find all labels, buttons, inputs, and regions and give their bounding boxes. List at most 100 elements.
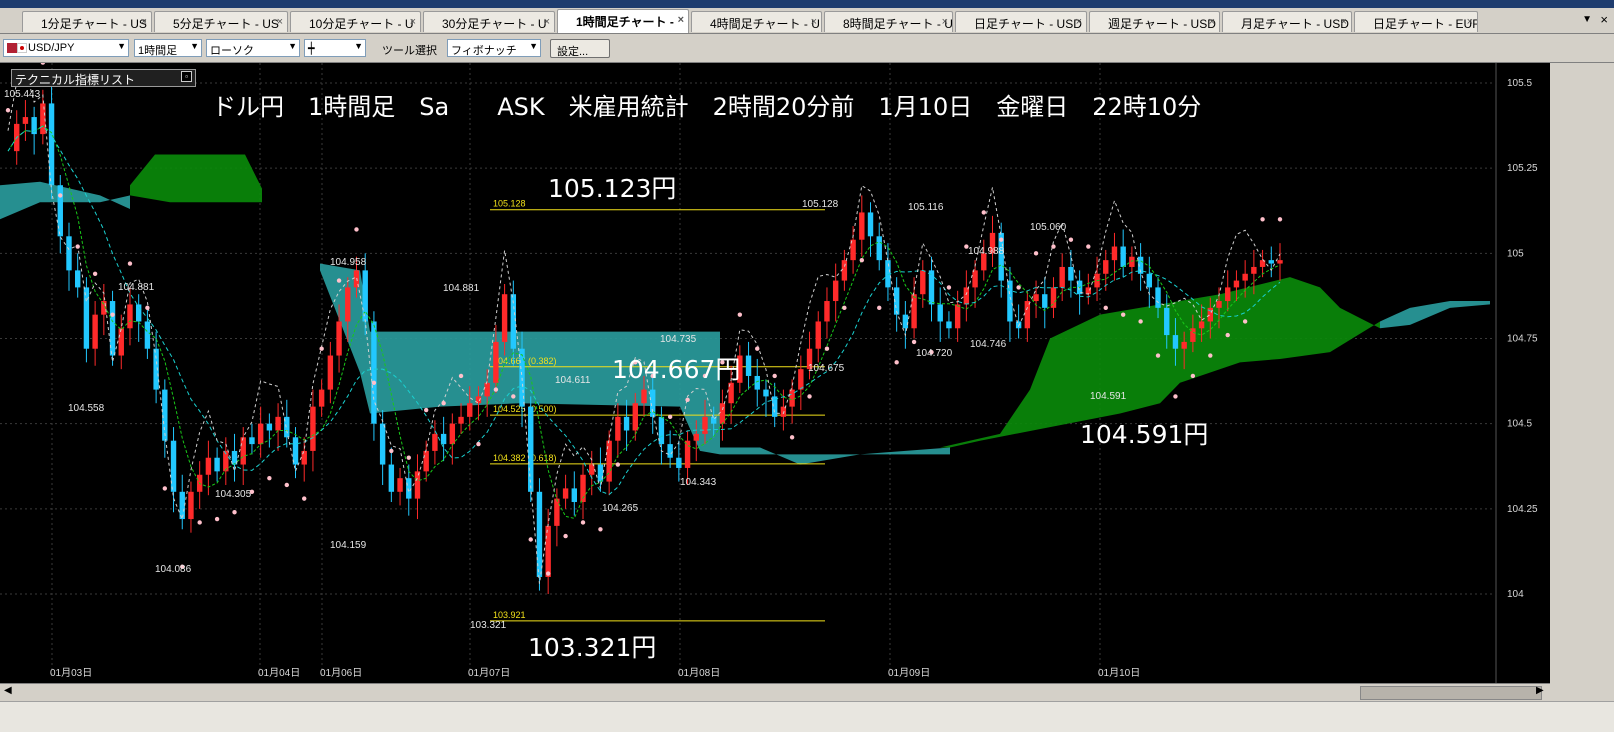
tab-list-dropdown-icon[interactable]: ▼: [1582, 14, 1592, 25]
price-tick-label: 105.25: [1507, 163, 1538, 174]
close-window-icon[interactable]: ×: [1600, 12, 1608, 27]
parabolic-sar-dot: [58, 193, 63, 198]
candle-body: [275, 416, 281, 431]
tool-select[interactable]: フィボナッチ ▼: [447, 39, 541, 57]
candle-body: [693, 433, 699, 441]
candle-body: [1103, 260, 1109, 274]
tab-close-icon[interactable]: ×: [141, 16, 147, 28]
candle-body: [763, 389, 769, 397]
parabolic-sar-dot: [197, 520, 202, 525]
parabolic-sar-dot: [545, 571, 551, 576]
parabolic-sar-dot: [1260, 217, 1265, 222]
parabolic-sar-dot: [1086, 244, 1091, 249]
parabolic-sar-dot: [667, 414, 673, 420]
candle-body: [406, 478, 412, 499]
price-annotation: 104.746: [970, 339, 1007, 350]
tab-1[interactable]: 1分足チャート - US ×: [22, 11, 152, 32]
candle-body: [719, 403, 726, 424]
price-annotation: 104.305: [215, 489, 252, 500]
tab-label: 5分足チャート - US: [173, 17, 279, 31]
price-chart[interactable]: 01月03日 01月04日 01月06日 01月07日 01月08日 01月09日 01月1…: [0, 60, 1550, 683]
candle-body: [57, 185, 63, 237]
tab-11[interactable]: 日足チャート - EUR ×: [1354, 11, 1478, 32]
parabolic-sar-dot: [476, 441, 481, 447]
tab-10[interactable]: 月足チャート - USD ×: [1222, 11, 1352, 32]
tab-2[interactable]: 5分足チャート - US ×: [154, 11, 288, 32]
indicator-list-panel[interactable]: テクニカル指標リスト ▫: [11, 69, 196, 87]
price-annotation: 104.675: [808, 363, 845, 374]
tab-close-icon[interactable]: ×: [544, 16, 550, 28]
indicator-list-label: テクニカル指標リスト: [15, 73, 136, 87]
chevron-down-icon: ▼: [190, 41, 199, 51]
parabolic-sar-dot: [894, 360, 899, 365]
timeframe-value: 1時間足: [138, 45, 178, 57]
chart-tab-bar: 1分足チャート - US × 5分足チャート - US × 10分足チャート - U × 3…: [0, 8, 1614, 34]
status-bar: [0, 701, 1614, 732]
line-style-select[interactable]: ┿ ▼: [304, 39, 366, 57]
candle-body: [623, 416, 630, 431]
parabolic-sar-dot: [1277, 217, 1283, 222]
line-style-value: ┿: [308, 43, 315, 55]
parabolic-sar-dot: [267, 475, 272, 481]
tab-close-icon[interactable]: ×: [277, 16, 283, 28]
candle-body: [798, 369, 804, 390]
candle-body: [545, 525, 551, 577]
parabolic-sar-dot: [92, 271, 98, 276]
tab-6[interactable]: 4時間足チャート - U ×: [691, 11, 822, 32]
scrollbar-thumb[interactable]: [1360, 686, 1542, 700]
candle-body: [327, 355, 334, 390]
parabolic-sar-dot: [911, 339, 917, 345]
candle-body: [379, 423, 386, 465]
tab-close-icon[interactable]: ×: [410, 16, 416, 28]
parabolic-sar-dot: [598, 527, 603, 532]
tab-5[interactable]: 1時間足チャート - ×: [557, 9, 689, 33]
candle-body: [1198, 321, 1205, 329]
tab-8[interactable]: 日足チャート - USD ×: [955, 11, 1087, 32]
date-tick-label: 01月09日: [888, 667, 930, 679]
us-flag-icon: [7, 43, 17, 53]
tab-close-icon[interactable]: ×: [1467, 16, 1473, 28]
tab-close-icon[interactable]: ×: [678, 14, 684, 26]
chart-canvas[interactable]: 01月03日 01月04日 01月06日 01月07日 01月08日 01月09日 01月1…: [0, 60, 1550, 683]
candle-body: [1233, 280, 1240, 288]
tab-4[interactable]: 30分足チャート - U ×: [423, 11, 555, 32]
parabolic-sar-dot: [5, 108, 11, 113]
horizontal-scrollbar[interactable]: ◀ ▶: [0, 683, 1550, 701]
fibonacci-label: 105.128: [493, 199, 526, 209]
restore-icon[interactable]: ▫: [181, 71, 192, 82]
settings-button[interactable]: 設定...: [550, 39, 610, 58]
parabolic-sar-dot: [842, 305, 847, 311]
candle-body: [571, 488, 578, 503]
candle-body: [859, 212, 865, 240]
tab-9[interactable]: 週足チャート - USD ×: [1089, 11, 1220, 32]
parabolic-sar-dot: [859, 257, 865, 263]
timeframe-select[interactable]: 1時間足 ▼: [134, 39, 202, 57]
price-annotation: 104.881: [118, 282, 155, 293]
tool-value: フィボナッチ: [451, 45, 517, 57]
candle-body: [388, 464, 395, 492]
scroll-left-icon[interactable]: ◀: [4, 685, 12, 696]
candle-body: [336, 321, 342, 356]
candle-body: [449, 423, 456, 445]
chart-type-select[interactable]: ローソク ▼: [206, 39, 300, 57]
tab-label: 1時間足チャート -: [576, 15, 674, 29]
tab-3[interactable]: 10分足チャート - U ×: [290, 11, 421, 32]
parabolic-sar-dot: [1016, 285, 1021, 290]
scroll-right-icon[interactable]: ▶: [1536, 685, 1544, 696]
symbol-select[interactable]: USD/JPY ▼: [3, 39, 129, 57]
candle-body: [1146, 273, 1153, 288]
candle-body: [432, 433, 438, 451]
candle-body: [1181, 341, 1187, 349]
candle-body: [972, 270, 978, 288]
candle-body: [205, 457, 212, 475]
tab-close-icon[interactable]: ×: [1076, 16, 1082, 28]
tab-7[interactable]: 8時間足チャート - U ×: [824, 11, 953, 32]
annotation-mid: 104.667円: [612, 355, 740, 384]
tab-close-icon[interactable]: ×: [1209, 16, 1215, 28]
tab-close-icon[interactable]: ×: [942, 16, 948, 28]
tab-close-icon[interactable]: ×: [811, 16, 817, 28]
tab-close-icon[interactable]: ×: [1341, 16, 1347, 28]
candle-body: [1129, 256, 1135, 267]
candle-body: [371, 321, 377, 424]
price-tick-label: 105: [1507, 248, 1524, 259]
